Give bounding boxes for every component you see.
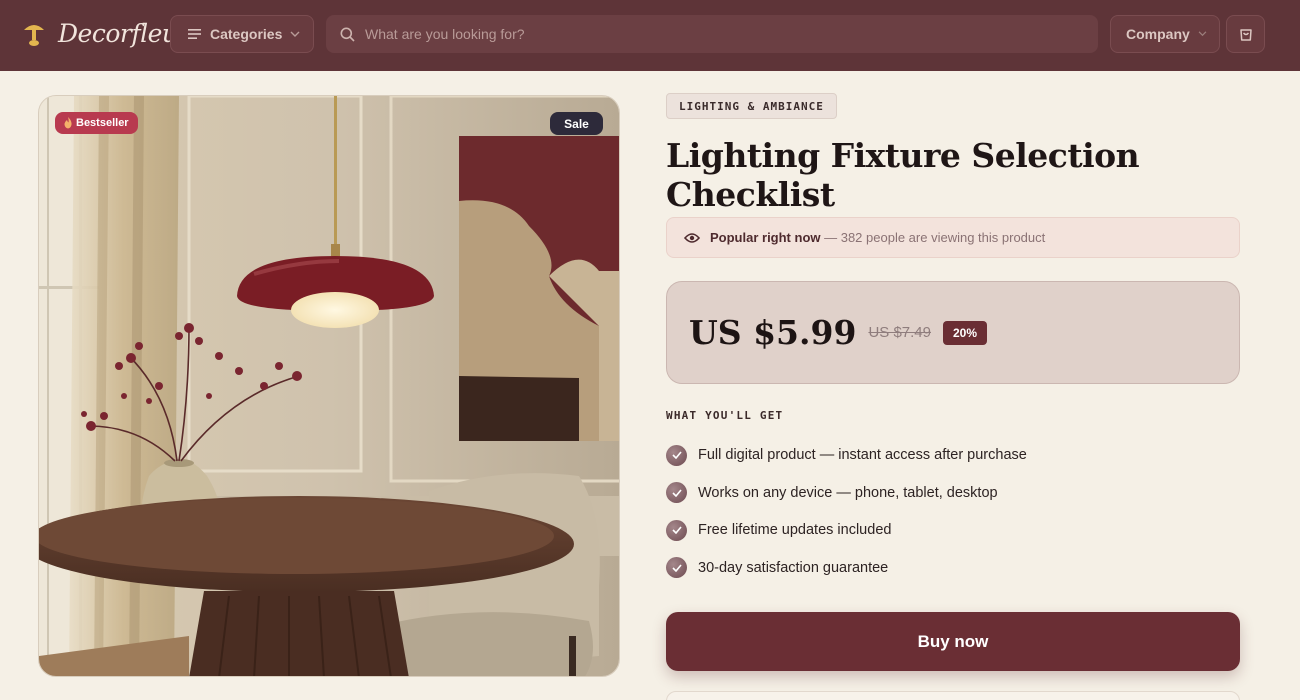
- bestseller-badge: Bestseller: [55, 112, 138, 134]
- discount-badge: 20%: [942, 320, 988, 345]
- categories-button[interactable]: Categories: [170, 15, 314, 53]
- company-menu-button[interactable]: Company: [1110, 15, 1220, 53]
- popularity-label: Popular right now: [710, 230, 821, 245]
- feature-item: 30-day satisfaction guarantee: [666, 557, 1027, 579]
- feature-text: Full digital product — instant access af…: [698, 447, 1027, 463]
- current-price: US $5.99: [689, 313, 857, 352]
- check-icon: [666, 557, 687, 578]
- check-icon: [666, 444, 687, 466]
- feature-text: Free lifetime updates included: [698, 522, 892, 538]
- check-icon: [666, 482, 687, 503]
- search-icon: [340, 27, 355, 42]
- feature-item: Full digital product — instant access af…: [666, 444, 1027, 466]
- bestseller-label: Bestseller: [76, 117, 129, 129]
- search-input[interactable]: [365, 26, 1098, 42]
- feature-text: Works on any device — phone, tablet, des…: [698, 484, 998, 501]
- product-title: Lighting Fixture Selection Checklist: [666, 136, 1140, 214]
- product-image: [38, 95, 620, 677]
- cart-button[interactable]: [1226, 15, 1265, 53]
- brand-logo[interactable]: Decorfleur: [22, 18, 189, 48]
- features-list: Full digital product — instant access af…: [666, 444, 1027, 594]
- top-navbar: Decorfleur Categories Company: [0, 0, 1300, 71]
- feature-item: Works on any device — phone, tablet, des…: [666, 482, 1027, 504]
- popularity-detail: — 382 people are viewing this product: [820, 230, 1046, 245]
- cart-icon: [1239, 29, 1252, 41]
- chevron-down-icon: [1198, 31, 1207, 37]
- sale-badge: Sale: [550, 112, 603, 135]
- feature-text: 30-day satisfaction guarantee: [698, 559, 889, 576]
- check-icon: [666, 519, 687, 541]
- info-card-row: [666, 691, 1240, 700]
- flame-icon: [64, 117, 72, 129]
- eye-icon: [684, 232, 700, 243]
- price-panel: US $5.99 US $7.49 20%: [666, 281, 1240, 384]
- brand-lamp-icon: [24, 25, 44, 46]
- original-price: US $7.49: [868, 324, 931, 341]
- popularity-banner: Popular right now — 382 people are viewi…: [666, 217, 1240, 258]
- categories-label: Categories: [210, 26, 283, 42]
- buy-now-button[interactable]: Buy now: [666, 612, 1240, 671]
- features-heading: WHAT YOU'LL GET: [666, 409, 784, 422]
- menu-icon: [188, 29, 201, 39]
- search-bar[interactable]: [326, 15, 1098, 53]
- feature-item: Free lifetime updates included: [666, 519, 1027, 541]
- product-photo-illustration: [39, 96, 619, 676]
- company-label: Company: [1126, 26, 1190, 42]
- category-tag[interactable]: LIGHTING & AMBIANCE: [666, 93, 837, 119]
- chevron-down-icon: [290, 31, 300, 37]
